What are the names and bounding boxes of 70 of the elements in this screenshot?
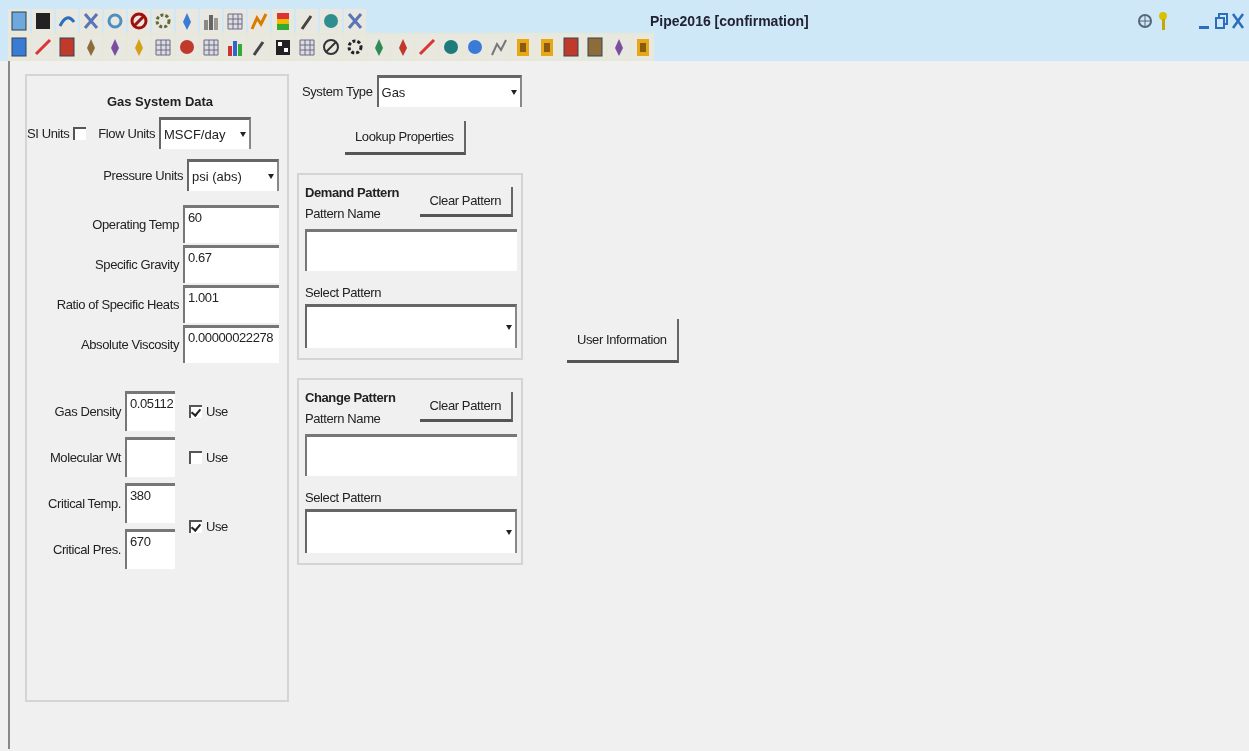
cross-icon[interactable]: [344, 8, 366, 33]
input-field[interactable]: [125, 437, 175, 477]
document-icon[interactable]: [8, 35, 30, 59]
dropdown[interactable]: MSCF/day: [159, 117, 251, 149]
input-field[interactable]: 670: [125, 529, 175, 569]
dropdown-arrow-icon: [268, 174, 274, 179]
field-label: Select Pattern: [305, 285, 383, 300]
gear-icon[interactable]: [344, 35, 366, 59]
checkbox[interactable]: [189, 519, 202, 533]
input-field[interactable]: 60: [183, 205, 279, 243]
lookup-properties-button[interactable]: Lookup Properties: [345, 121, 466, 155]
input-field[interactable]: 380: [125, 483, 175, 523]
checkbox-label: Use: [206, 403, 228, 419]
checkbox[interactable]: [73, 126, 87, 140]
window-title: Pipe2016 [confirmation]: [650, 12, 809, 29]
save-icon[interactable]: [32, 8, 54, 33]
field-label: Pattern Name: [305, 206, 382, 221]
field-label: Ratio of Specific Heats: [56, 296, 179, 312]
clear-pattern-button[interactable]: Clear Pattern: [419, 187, 513, 217]
document-icon[interactable]: [584, 35, 606, 59]
dropdown[interactable]: Gas: [376, 75, 522, 107]
cross-icon[interactable]: [80, 8, 102, 33]
checkbox[interactable]: [189, 450, 202, 464]
checkbox-label: Use: [206, 449, 228, 465]
stop-icon[interactable]: [320, 35, 342, 59]
input-field[interactable]: [305, 229, 517, 271]
group-title: Change Pattern: [305, 390, 396, 405]
document-icon[interactable]: [8, 8, 30, 33]
dropdown[interactable]: [305, 509, 517, 553]
grid-icon[interactable]: [152, 35, 174, 59]
dropdown-arrow-icon: [510, 90, 517, 95]
field-label: Pressure Units: [103, 167, 183, 183]
input-field[interactable]: [305, 434, 517, 476]
dropdown-arrow-icon: [506, 530, 512, 535]
chart-icon[interactable]: [488, 35, 510, 59]
dropdown-arrow-icon: [240, 132, 246, 137]
restore-icon[interactable]: [1214, 10, 1228, 31]
field-label: Absolute Viscosity: [80, 336, 179, 352]
input-field[interactable]: 0.00000022278: [183, 325, 279, 363]
dropdown-arrow-icon: [506, 325, 512, 330]
field-label: Flow Units: [98, 125, 155, 141]
group-title: Demand Pattern: [305, 185, 400, 200]
field-label: Pattern Name: [305, 411, 382, 426]
input-field[interactable]: 1.001: [183, 285, 279, 323]
document-icon[interactable]: [56, 35, 78, 59]
clear-pattern-button[interactable]: Clear Pattern: [419, 392, 513, 422]
checkbox-label: Use: [206, 518, 228, 534]
field-label: Operating Temp: [92, 216, 179, 232]
line-icon[interactable]: [32, 35, 54, 59]
dropdown[interactable]: [305, 304, 517, 348]
input-field[interactable]: 0.05112: [125, 391, 175, 431]
document-icon[interactable]: [560, 35, 582, 59]
field-label: System Type: [302, 83, 373, 99]
bars-icon[interactable]: [224, 35, 246, 59]
field-label: Critical Temp.: [48, 495, 121, 511]
stop-icon[interactable]: [128, 8, 150, 33]
panel-title: Gas System Data: [105, 94, 215, 109]
field-label: Specific Gravity: [95, 256, 179, 272]
input-field[interactable]: 0.67: [183, 245, 279, 283]
field-label: Gas Density: [54, 403, 121, 419]
dropdown[interactable]: psi (abs): [187, 159, 279, 191]
bars-icon[interactable]: [200, 8, 222, 33]
checkbox[interactable]: [189, 404, 202, 418]
field-label: Select Pattern: [305, 490, 383, 505]
user-information-button[interactable]: User Information: [567, 319, 679, 363]
line-icon[interactable]: [416, 35, 438, 59]
field-label: SI Units: [27, 125, 70, 141]
field-label: Molecular Wt: [49, 449, 121, 465]
field-label: Critical Pres.: [52, 541, 121, 557]
grid-icon[interactable]: [200, 35, 222, 59]
